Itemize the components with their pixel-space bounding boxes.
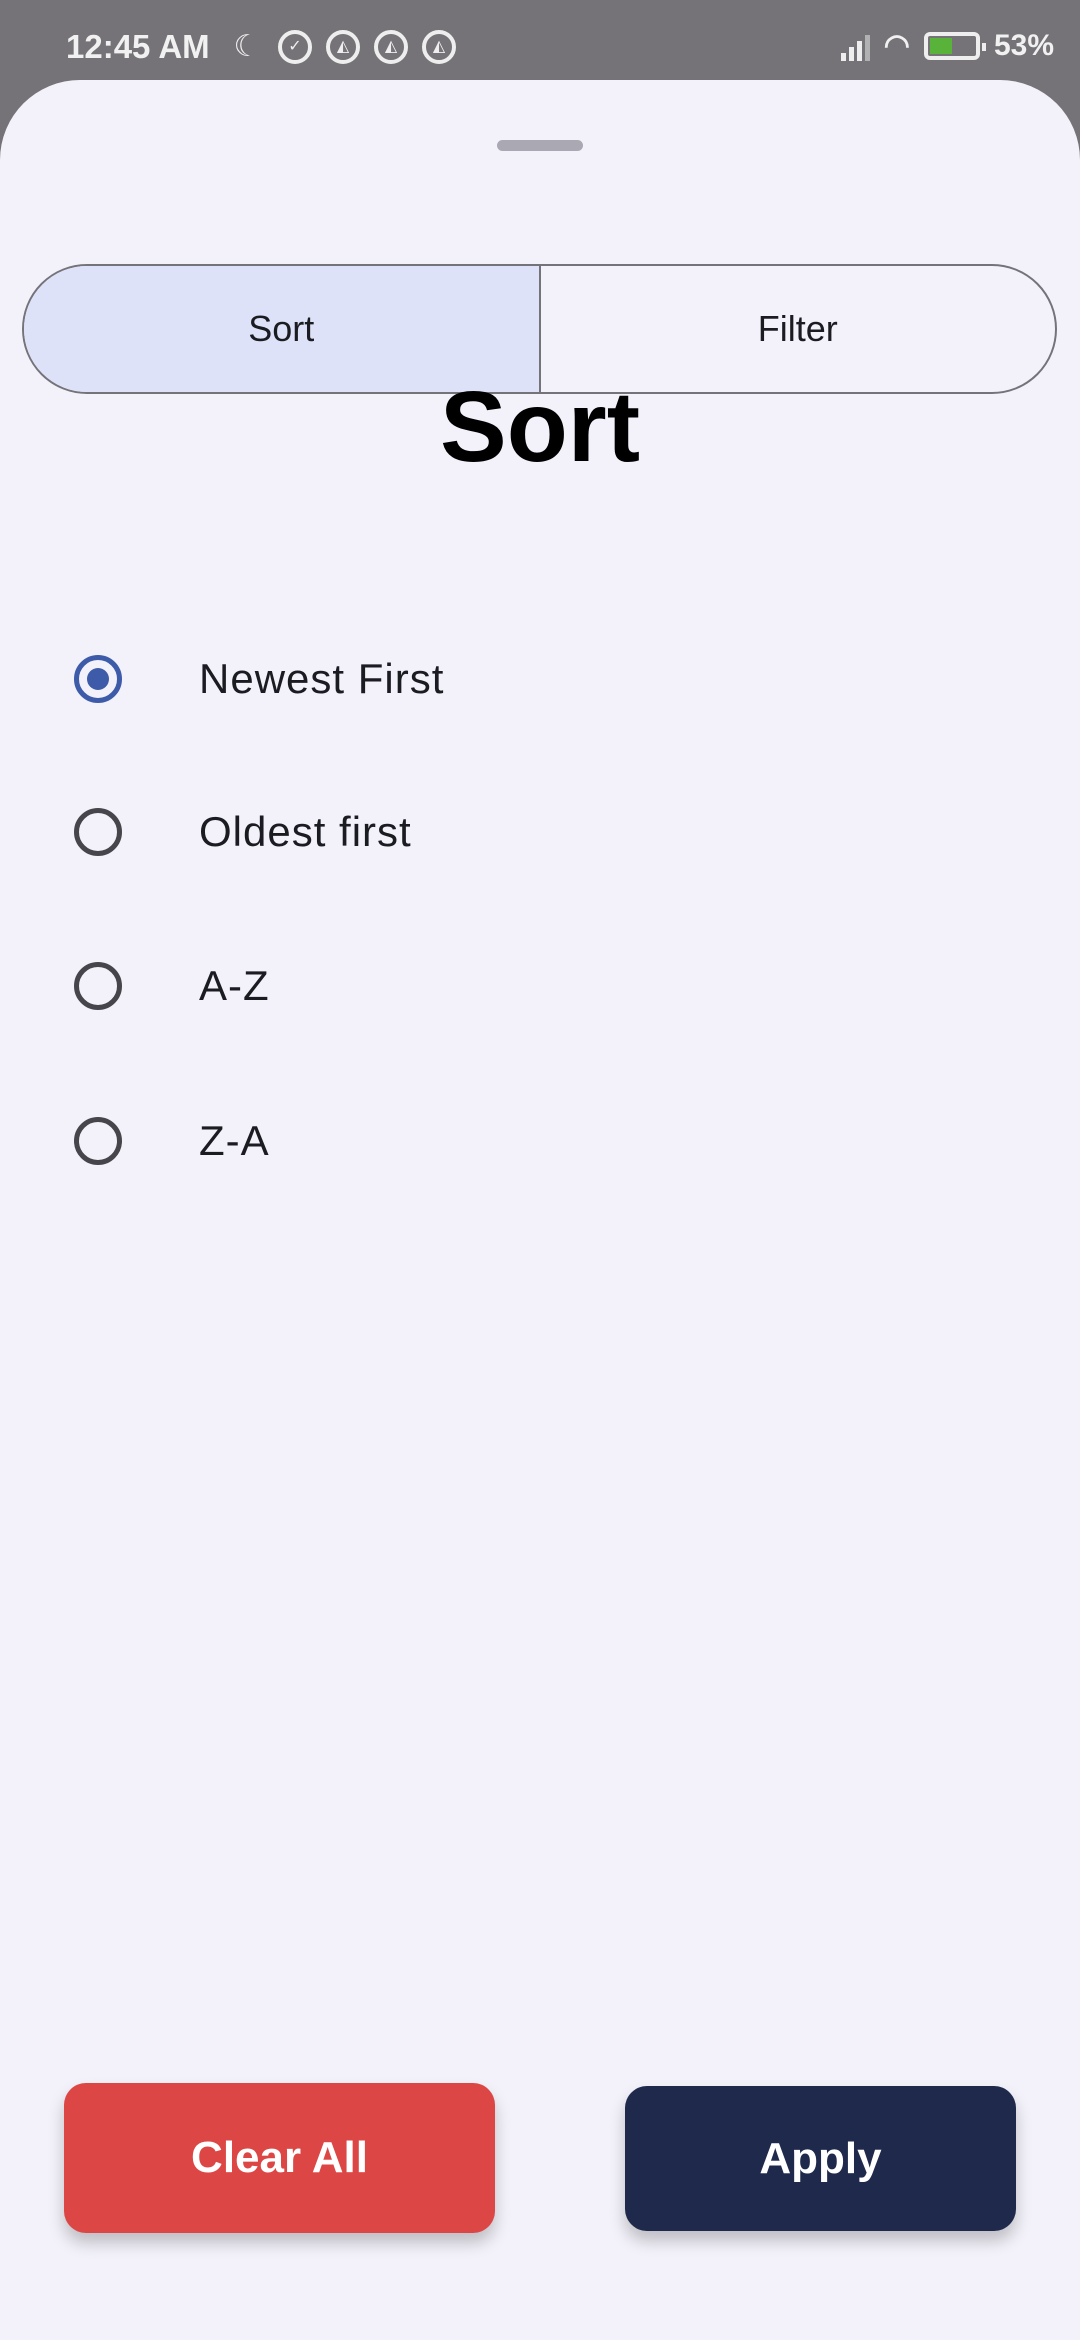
radio-unselected[interactable]	[74, 808, 122, 856]
clear-all-button[interactable]: Clear All	[64, 2083, 495, 2233]
sort-option-newest[interactable]: Newest First	[0, 619, 1080, 739]
option-label: Oldest first	[199, 808, 412, 855]
status-bar: 12:45 AM ☾ ✓ ◭ ◭ ◭ ◠ 53%	[0, 0, 1080, 80]
drag-handle[interactable]	[497, 140, 583, 151]
app-icon: ◭	[374, 30, 408, 64]
battery-charging-icon	[923, 31, 986, 60]
app-icon: ◭	[422, 30, 456, 64]
page-title: Sort	[440, 371, 640, 483]
radio-unselected[interactable]	[74, 1117, 122, 1165]
option-label: Newest First	[199, 655, 445, 702]
wifi-icon: ◠	[883, 29, 910, 62]
moon-icon: ☾	[233, 30, 261, 63]
sort-option-oldest[interactable]: Oldest first	[0, 772, 1080, 892]
apply-button[interactable]: Apply	[625, 2086, 1016, 2231]
radio-selected[interactable]	[74, 655, 122, 703]
signal-icon	[840, 31, 870, 61]
sort-option-a-z[interactable]: A-Z	[0, 926, 1080, 1046]
alarm-icon: ✓	[278, 30, 312, 64]
radio-unselected[interactable]	[74, 962, 122, 1010]
app-icon: ◭	[326, 30, 360, 64]
status-time: 12:45 AM	[66, 28, 210, 65]
battery-percent: 53%	[993, 28, 1054, 62]
sort-option-z-a[interactable]: Z-A	[0, 1081, 1080, 1201]
option-label: A-Z	[199, 962, 270, 1009]
option-label: Z-A	[199, 1117, 270, 1164]
